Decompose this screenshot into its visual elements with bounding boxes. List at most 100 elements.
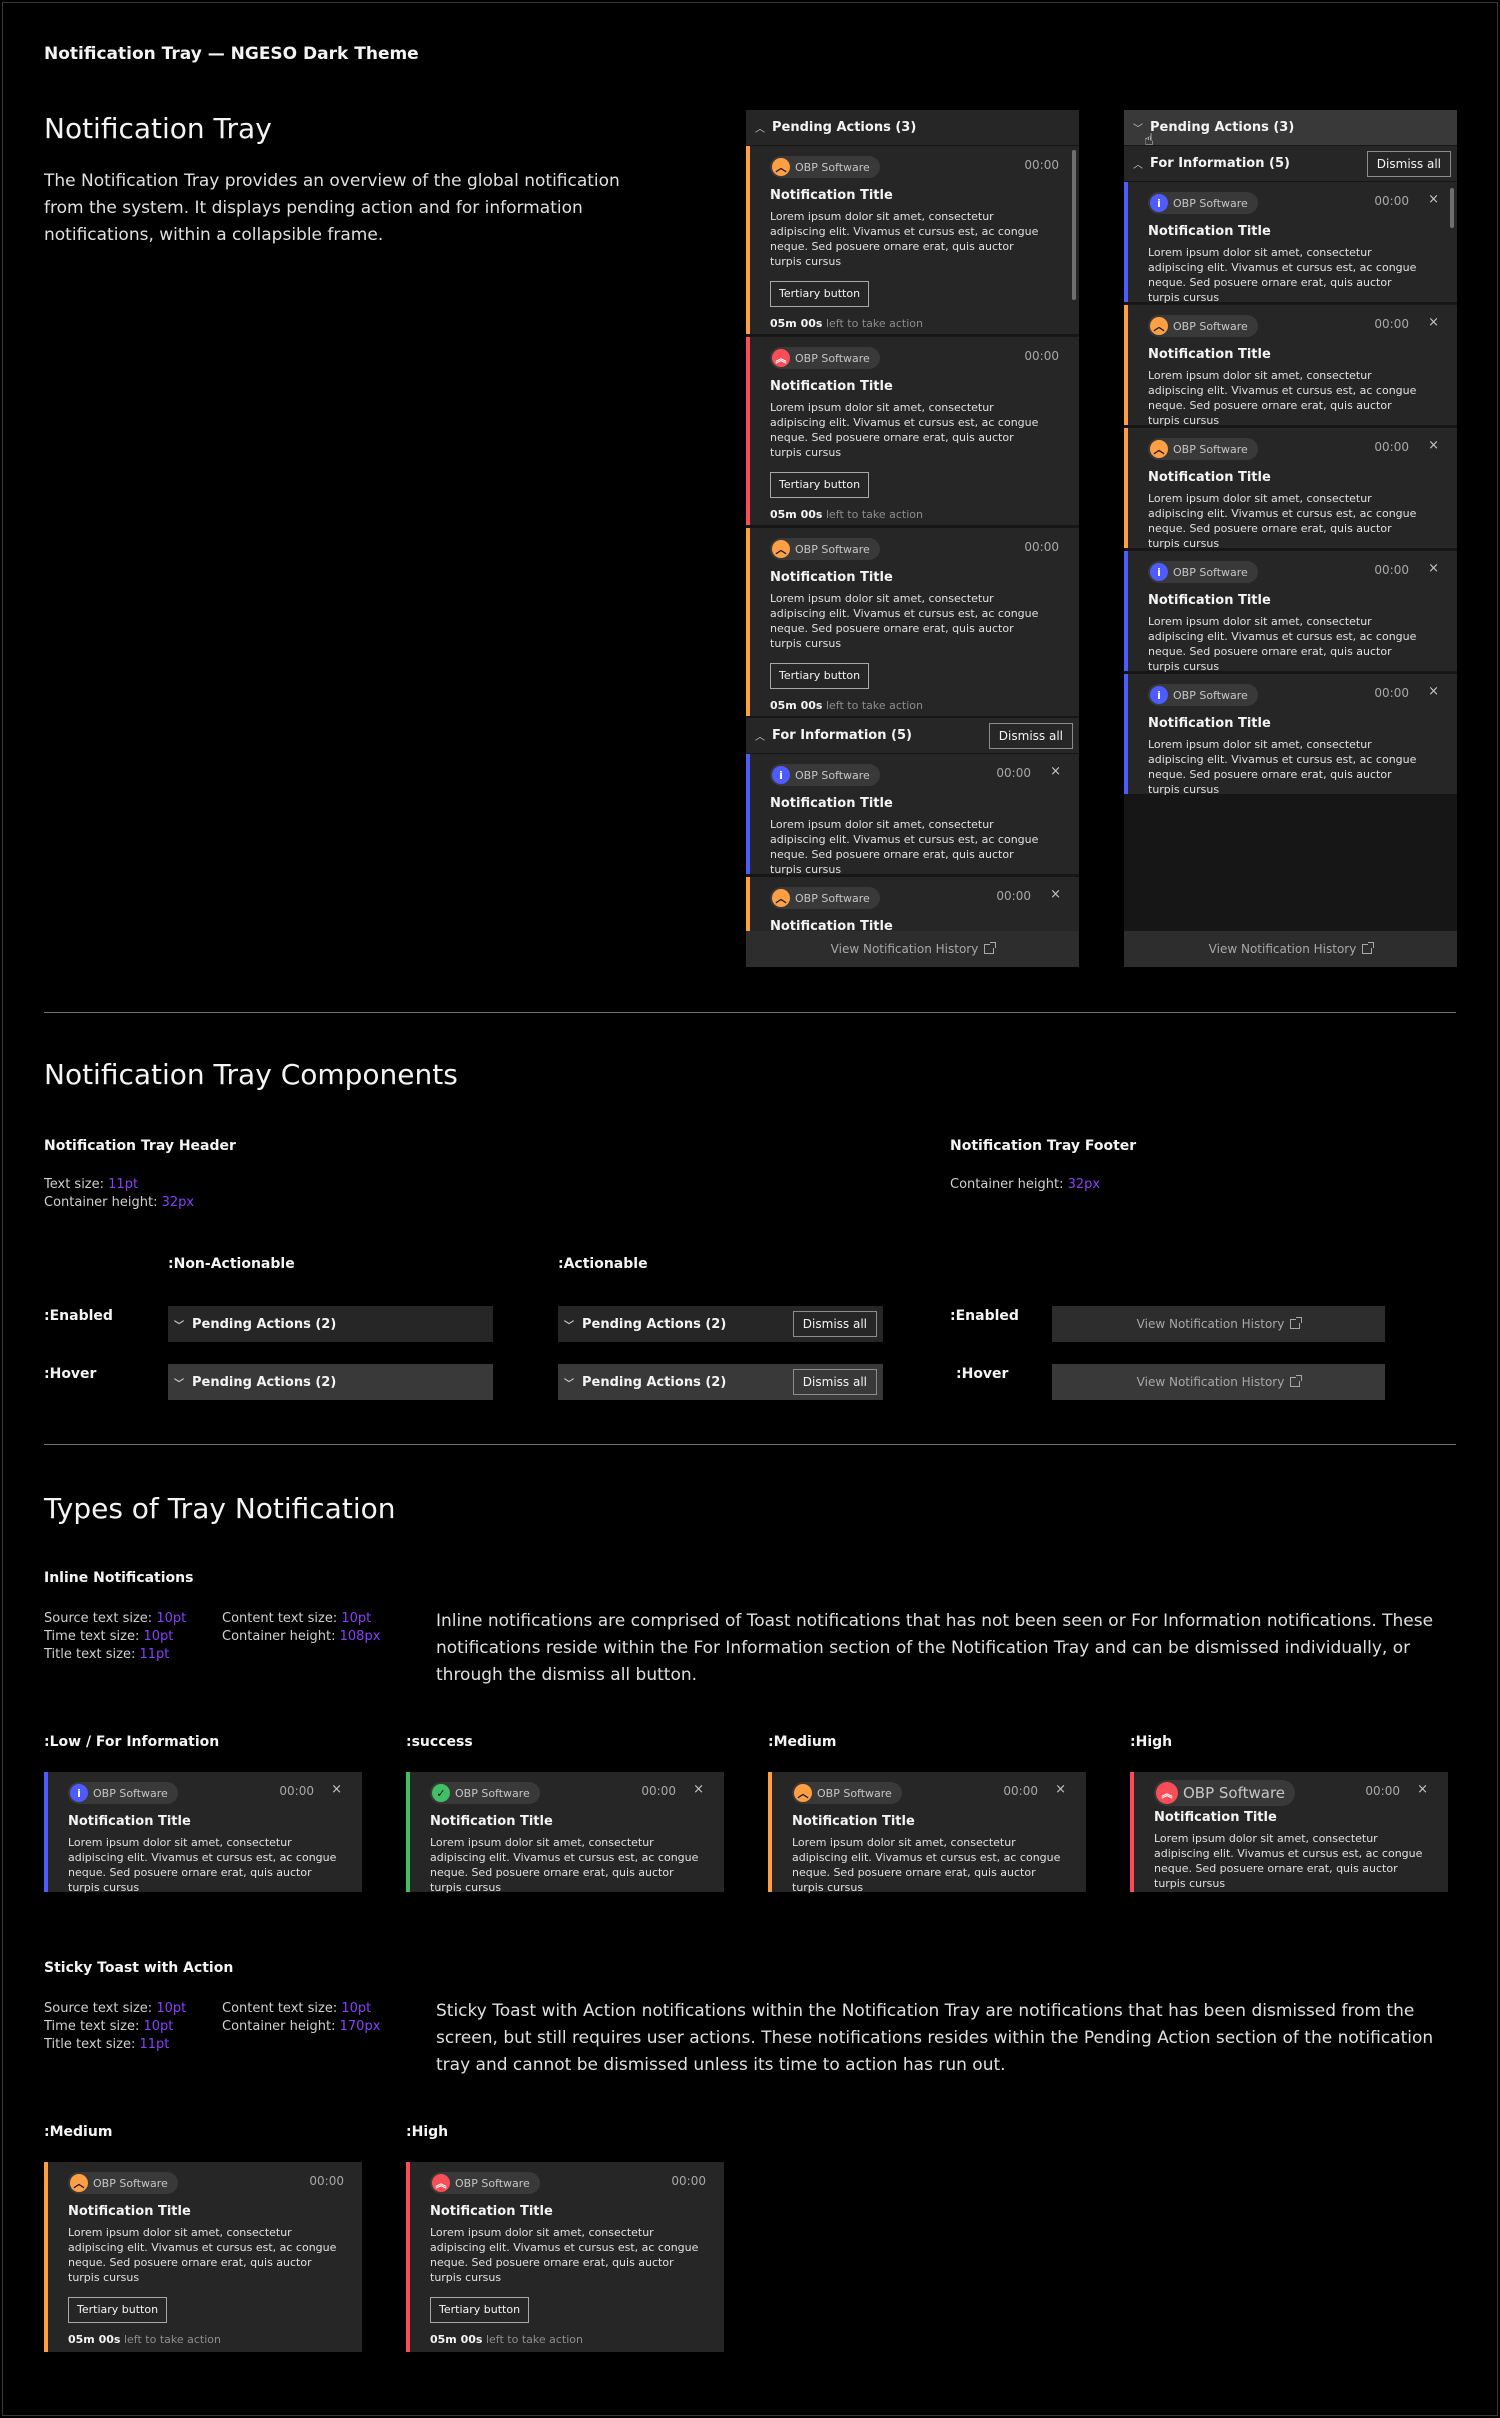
- header-non-actionable-hover[interactable]: ﹀ Pending Actions (2): [168, 1364, 493, 1400]
- dismiss-all-button[interactable]: Dismiss all: [1366, 150, 1451, 177]
- tertiary-button[interactable]: Tertiary button: [68, 2297, 168, 2323]
- source-label: OBP Software: [795, 542, 870, 556]
- source-tag: ︽ OBP Software: [770, 347, 880, 369]
- notification-body: Lorem ipsum dolor sit amet, consectetur …: [68, 2226, 337, 2284]
- close-icon[interactable]: ×: [1428, 438, 1439, 453]
- spec-value: 11pt: [139, 2037, 170, 2052]
- sticky-toast-medium: ︿ OBP Software 00:00 Notification Title L…: [746, 146, 1079, 334]
- tertiary-button[interactable]: Tertiary button: [770, 281, 870, 307]
- close-icon[interactable]: ×: [693, 1782, 704, 1797]
- inline-notification-info: i OBP Software 00:00 × Notification Title…: [746, 754, 1079, 876]
- time: 00:00: [996, 889, 1031, 903]
- source-tag: i OBP Software: [1148, 192, 1258, 214]
- time: 00:00: [1024, 349, 1059, 363]
- chevron-up-medium-icon: ︿: [772, 158, 790, 176]
- close-icon[interactable]: ×: [331, 1782, 342, 1797]
- view-history-label: View Notification History: [830, 942, 979, 956]
- dismiss-all-button[interactable]: Dismiss all: [792, 1369, 877, 1395]
- pending-actions-header-collapsed[interactable]: ﹀ Pending Actions (3) ☝: [1124, 110, 1457, 149]
- sticky-specs-col2: Content text size: 10pt Container height…: [222, 2000, 380, 2036]
- for-information-header[interactable]: ︿ For Information (5) Dismiss all: [1124, 146, 1457, 182]
- spec-value: 10pt: [143, 2019, 174, 2034]
- header-label: Pending Actions (2): [582, 1316, 727, 1332]
- countdown-value: 05m 00s: [770, 317, 823, 330]
- source-label: OBP Software: [1183, 1784, 1286, 1802]
- spec-value: 10pt: [143, 1629, 174, 1644]
- info-icon: i: [1150, 563, 1168, 581]
- notification-title: Notification Title: [770, 379, 893, 394]
- time: 00:00: [1003, 1784, 1038, 1798]
- source-tag: ︽ OBP Software: [430, 2172, 540, 2194]
- source-label: OBP Software: [795, 351, 870, 365]
- close-icon[interactable]: ×: [1428, 684, 1439, 699]
- external-link-icon: [984, 942, 997, 954]
- pending-actions-header[interactable]: ︿ Pending Actions (3): [746, 110, 1079, 146]
- countdown-value: 05m 00s: [770, 699, 823, 712]
- footer-enabled[interactable]: View Notification History: [1052, 1306, 1385, 1342]
- dismiss-all-button[interactable]: Dismiss all: [988, 722, 1073, 749]
- sticky-toast-high: ︽ OBP Software 00:00 Notification Title L…: [746, 337, 1079, 525]
- source-label: OBP Software: [1173, 442, 1248, 456]
- close-icon[interactable]: ×: [1428, 315, 1439, 330]
- for-information-header[interactable]: ︿ For Information (5) Dismiss all: [746, 718, 1079, 754]
- close-icon[interactable]: ×: [1050, 764, 1061, 779]
- chevron-up-icon: ︿: [755, 732, 765, 743]
- view-history-footer[interactable]: View Notification History: [746, 931, 1079, 967]
- sticky-toast-high: ︽ OBP Software 00:00 Notification Title L…: [406, 2162, 724, 2352]
- inline-notification-info: i OBP Software 00:00 × Notification Title…: [1124, 551, 1457, 673]
- view-history-footer[interactable]: View Notification History: [1124, 931, 1457, 967]
- header-actionable-enabled[interactable]: ﹀ Pending Actions (2) Dismiss all: [558, 1306, 883, 1342]
- view-history-label: View Notification History: [1208, 942, 1357, 956]
- footer-hover[interactable]: View Notification History: [1052, 1364, 1385, 1400]
- countdown: 05m 00s left to take action: [770, 317, 1067, 330]
- countdown-suffix: left to take action: [825, 508, 923, 521]
- notification-tray-collapsed: ﹀ Pending Actions (3) ☝ ︿ For Informatio…: [1124, 110, 1457, 967]
- close-icon[interactable]: ×: [1417, 1782, 1428, 1797]
- countdown: 05m 00s left to take action: [770, 699, 1067, 712]
- source-tag: ︿ OBP Software: [68, 2172, 178, 2194]
- inline-specs-col2: Content text size: 10pt Container height…: [222, 1610, 380, 1646]
- footer-row-hover: :Hover: [956, 1366, 1009, 1382]
- tray-header-specs: Text size: 11pt Container height: 32px: [44, 1176, 194, 1212]
- notification-body: Lorem ipsum dolor sit amet, consectetur …: [792, 1836, 1061, 1894]
- notification-body: Lorem ipsum dolor sit amet, consectetur …: [770, 592, 1039, 650]
- inline-notification-medium: ︿ OBP Software 00:00 × Notification Title: [746, 877, 1079, 931]
- section-divider: [44, 1444, 1456, 1445]
- time: 00:00: [1374, 440, 1409, 454]
- source-tag: i OBP Software: [1148, 561, 1258, 583]
- tertiary-button[interactable]: Tertiary button: [770, 663, 870, 689]
- source-tag: ︽ OBP Software: [1154, 1780, 1296, 1806]
- state-success: :success: [406, 1734, 473, 1750]
- notification-title: Notification Title: [430, 1814, 553, 1829]
- notification-body: Lorem ipsum dolor sit amet, consectetur …: [430, 2226, 699, 2284]
- close-icon[interactable]: ×: [1428, 561, 1439, 576]
- dismiss-all-button[interactable]: Dismiss all: [792, 1311, 877, 1337]
- source-tag: ︿ OBP Software: [770, 538, 880, 560]
- countdown-suffix: left to take action: [825, 317, 923, 330]
- tertiary-button[interactable]: Tertiary button: [430, 2297, 530, 2323]
- countdown: 05m 00s left to take action: [68, 2333, 350, 2346]
- tertiary-button[interactable]: Tertiary button: [770, 472, 870, 498]
- close-icon[interactable]: ×: [1055, 1782, 1066, 1797]
- spec-value: 32px: [161, 1195, 195, 1210]
- components-title: Notification Tray Components: [44, 1058, 458, 1091]
- notification-body: Lorem ipsum dolor sit amet, consectetur …: [770, 401, 1039, 459]
- scrollbar[interactable]: [1450, 188, 1454, 228]
- notification-body: Lorem ipsum dolor sit amet, consectetur …: [1148, 369, 1417, 427]
- inline-notification-info: i OBP Software 00:00 × Notification Title…: [1124, 674, 1457, 796]
- sticky-state-medium: :Medium: [44, 2124, 113, 2140]
- close-icon[interactable]: ×: [1050, 887, 1061, 902]
- scrollbar[interactable]: [1072, 150, 1076, 300]
- notification-title: Notification Title: [1154, 1810, 1277, 1825]
- spec-value: 32px: [1067, 1177, 1101, 1192]
- time: 00:00: [671, 2174, 706, 2188]
- header-actionable-hover[interactable]: ﹀ Pending Actions (2) Dismiss all: [558, 1364, 883, 1400]
- notification-title: Notification Title: [68, 2204, 191, 2219]
- close-icon[interactable]: ×: [1428, 192, 1439, 207]
- header-non-actionable-enabled[interactable]: ﹀ Pending Actions (2): [168, 1306, 493, 1342]
- time: 00:00: [279, 1784, 314, 1798]
- source-tag: ︿ OBP Software: [770, 887, 880, 909]
- time: 00:00: [1365, 1784, 1400, 1798]
- spec-value: 10pt: [156, 1611, 187, 1626]
- external-link-icon: [1362, 942, 1375, 954]
